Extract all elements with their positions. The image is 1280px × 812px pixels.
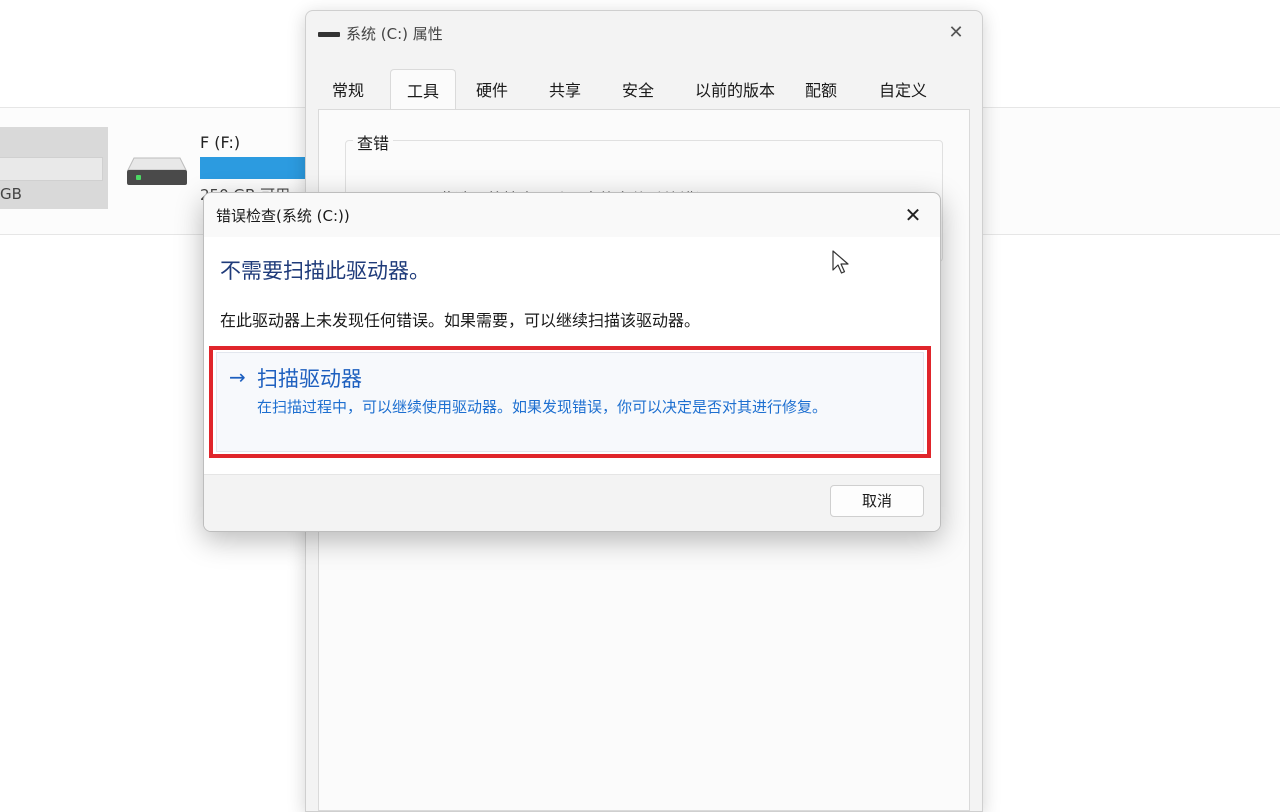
error-dialog-message: 在此驱动器上未发现任何错误。如果需要，可以继续扫描该驱动器。 (220, 311, 701, 330)
cancel-button[interactable]: 取消 (830, 485, 924, 517)
tab-previous-versions[interactable]: 以前的版本 (695, 77, 775, 101)
drive-tile-selected[interactable]: GB (0, 127, 108, 209)
properties-window-title: 系统 (C:) 属性 (346, 25, 443, 43)
close-icon[interactable]: ✕ (900, 202, 926, 228)
mouse-cursor-icon (832, 250, 849, 274)
tab-sharing[interactable]: 共享 (549, 77, 581, 101)
drive-size-label: GB (0, 185, 22, 203)
error-dialog-footer: 取消 (204, 474, 940, 531)
properties-tabs: 常规 工具 硬件 共享 安全 以前的版本 配额 自定义 (318, 69, 970, 109)
error-check-dialog: 错误检查(系统 (C:)) ✕ 不需要扫描此驱动器。 在此驱动器上未发现任何错误… (203, 192, 941, 532)
hard-drive-icon (127, 157, 187, 185)
drive-f-label[interactable]: F (F:) (200, 133, 240, 152)
error-dialog-body: 不需要扫描此驱动器。 在此驱动器上未发现任何错误。如果需要，可以继续扫描该驱动器… (204, 237, 940, 474)
tab-customize[interactable]: 自定义 (879, 77, 927, 101)
tab-hardware[interactable]: 硬件 (476, 77, 508, 101)
tab-quota[interactable]: 配额 (805, 77, 837, 101)
error-dialog-heading: 不需要扫描此驱动器。 (220, 259, 430, 283)
highlight-box (209, 346, 931, 458)
tab-tools[interactable]: 工具 (390, 69, 457, 109)
drive-f-usage-bar (200, 157, 306, 179)
close-icon[interactable]: ✕ (944, 21, 968, 45)
drive-usage-bar (0, 157, 103, 181)
error-dialog-title: 错误检查(系统 (C:)) (216, 207, 350, 225)
drive-icon (318, 32, 340, 37)
tab-security[interactable]: 安全 (622, 77, 654, 101)
error-check-group-label: 查错 (353, 130, 394, 154)
tab-general[interactable]: 常规 (332, 77, 364, 101)
properties-titlebar[interactable]: 系统 (C:) 属性 ✕ (306, 11, 982, 55)
